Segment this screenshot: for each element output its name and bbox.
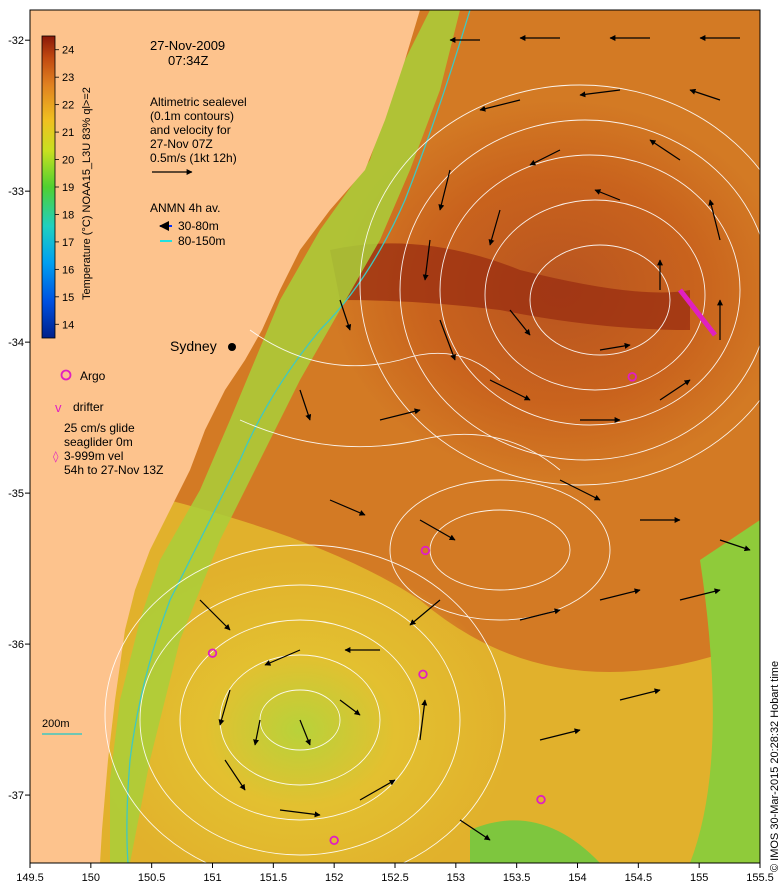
map-date: 27-Nov-2009 <box>150 38 225 53</box>
anmn-deep-label: 80-150m <box>178 234 225 248</box>
argo-legend-label: Argo <box>80 369 106 383</box>
colorbar-tick-label: 18 <box>62 209 74 221</box>
colorbar-tick-label: 19 <box>62 182 74 194</box>
lon-tick-label: 154.5 <box>625 872 653 884</box>
lon-tick-label: 153.5 <box>503 872 531 884</box>
lon-tick-label: 151 <box>203 872 221 884</box>
map-time: 07:34Z <box>168 53 209 68</box>
lon-tick-label: 152 <box>325 872 343 884</box>
lon-tick-label: 154 <box>568 872 586 884</box>
colorbar-tick-label: 14 <box>62 319 74 331</box>
lon-tick-label: 149.5 <box>16 872 44 884</box>
lat-tick-label: -32 <box>8 35 24 47</box>
lat-tick-label: -37 <box>8 790 24 802</box>
altimetry-line-5: 0.5m/s (1kt 12h) <box>150 151 237 165</box>
sst-map-figure: 149.5 150 150.5 151 151.5 152 152.5 153 153.5 154… <box>8 9 780 884</box>
glider-line-1: 25 cm/s glide <box>64 421 135 435</box>
lon-tick-label: 150.5 <box>138 872 166 884</box>
altimetry-line-3: and velocity for <box>150 123 231 137</box>
lon-axis: 149.5 150 150.5 151 151.5 152 152.5 153 153.5 154… <box>16 863 774 884</box>
colorbar-tick-label: 17 <box>62 237 74 249</box>
colorbar-tick-label: 22 <box>62 100 74 112</box>
lat-tick-label: -36 <box>8 639 24 651</box>
colorbar-tick-label: 16 <box>62 264 74 276</box>
lon-tick-label: 155.5 <box>746 872 774 884</box>
glider-line-3: 3-999m vel <box>64 449 123 463</box>
lon-tick-label: 152.5 <box>381 872 409 884</box>
altimetry-line-1: Altimetric sealevel <box>150 95 247 109</box>
lon-tick-label: 153 <box>447 872 465 884</box>
colorbar-tick-label: 21 <box>62 127 74 139</box>
lon-tick-label: 151.5 <box>260 872 288 884</box>
colorbar-tick-label: 24 <box>62 45 74 57</box>
lon-tick-label: 150 <box>82 872 100 884</box>
place-sydney: Sydney <box>170 338 217 354</box>
anmn-shallow-label: 30-80m <box>178 219 219 233</box>
anmn-title: ANMN 4h av. <box>150 201 220 215</box>
lat-axis: -32 -33 -34 -35 -36 -37 <box>8 35 30 802</box>
sydney-marker <box>228 343 236 351</box>
isobath-label: 200m <box>42 718 70 730</box>
altimetry-line-4: 27-Nov 07Z <box>150 137 213 151</box>
drifter-legend-marker: v <box>55 400 62 415</box>
glider-line-2: seaglider 0m <box>64 435 133 449</box>
credit-text: © IMOS 30-Mar-2015 20:28:32 Hobart time <box>769 661 780 872</box>
colorbar-tick-label: 23 <box>62 72 74 84</box>
colorbar-tick-label: 15 <box>62 292 74 304</box>
lat-tick-label: -35 <box>8 488 24 500</box>
drifter-legend-label: drifter <box>73 400 104 414</box>
colorbar <box>41 35 56 339</box>
glider-diamond-icon: ◊ <box>53 450 59 463</box>
glider-line-4: 54h to 27-Nov 13Z <box>64 463 163 477</box>
lat-tick-label: -33 <box>8 186 24 198</box>
colorbar-tick-label: 20 <box>62 155 74 167</box>
colorbar-label: Temperature (°C) NOAA15_L3U 83% ql>=2 <box>81 87 93 300</box>
lat-tick-label: -34 <box>8 337 24 349</box>
lon-tick-label: 155 <box>690 872 708 884</box>
altimetry-line-2: (0.1m contours) <box>150 109 234 123</box>
